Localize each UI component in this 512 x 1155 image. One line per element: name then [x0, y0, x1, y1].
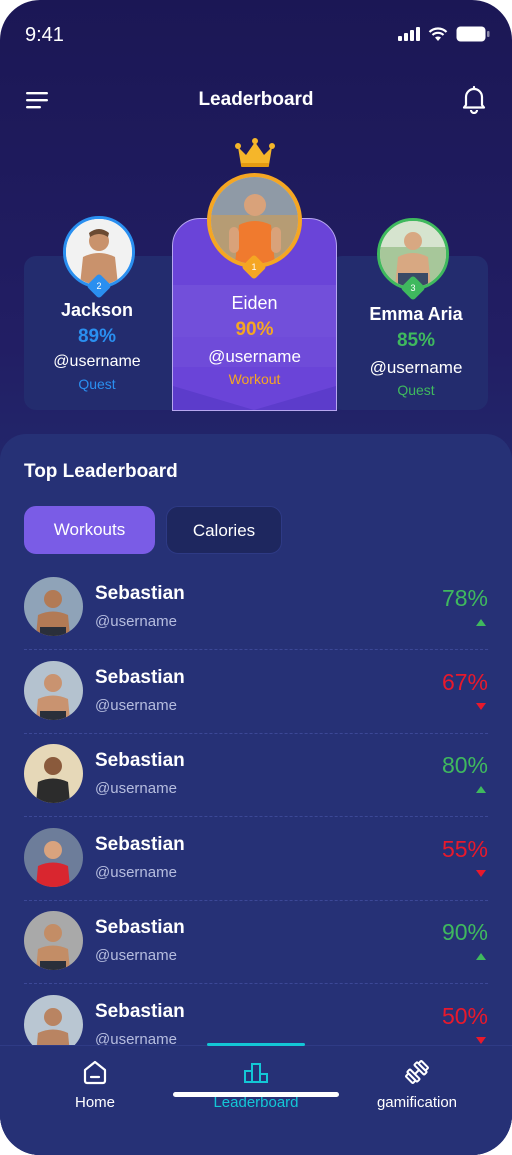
row-percent: 80% — [441, 752, 488, 778]
leaderboard-row[interactable]: Sebastian @username 80% — [24, 734, 488, 817]
status-time: 9:41 — [25, 24, 64, 46]
third-place-tag: Quest — [397, 382, 435, 398]
row-percent: 90% — [441, 919, 488, 945]
leaderboard-row[interactable]: Sebastian @username 55% — [24, 818, 488, 901]
signal-icon — [398, 27, 420, 41]
trend-arrow-icon — [476, 702, 486, 710]
row-avatar — [24, 660, 83, 720]
dumbbell-icon — [405, 1060, 429, 1084]
home-icon — [83, 1060, 107, 1085]
nav-gamification[interactable]: gamification — [332, 1046, 502, 1126]
crown-icon — [235, 138, 275, 167]
trend-arrow-icon — [476, 786, 486, 793]
second-place-percent: 89% — [77, 326, 117, 347]
athlete-photo — [24, 577, 83, 636]
second-place-tag: Quest — [78, 376, 116, 392]
section-title: Top Leaderboard — [24, 461, 178, 482]
leaderboard-row[interactable]: Sebastian @username 78% — [24, 567, 488, 650]
row-name: Sebastian — [95, 583, 185, 604]
row-name: Sebastian — [95, 917, 185, 938]
row-username: @username — [95, 863, 177, 881]
row-name: Sebastian — [95, 666, 185, 688]
athlete-photo — [24, 660, 83, 720]
battery-icon — [456, 26, 490, 42]
first-place-username: @username — [208, 347, 301, 366]
page-title: Leaderboard — [198, 89, 314, 110]
third-place-name: Emma Aria — [369, 304, 463, 324]
nav-home-label: Home — [74, 1094, 115, 1111]
athlete-photo — [211, 177, 298, 264]
tab-workouts[interactable]: Workouts — [24, 506, 155, 554]
app-header: Leaderboard — [0, 76, 512, 122]
trend-arrow-icon — [476, 619, 486, 626]
first-place-avatar[interactable] — [207, 173, 302, 268]
trend-arrow-icon — [476, 1036, 486, 1044]
podium-icon — [244, 1063, 268, 1083]
row-name: Sebastian — [95, 833, 185, 855]
first-place-tag: Workout — [228, 371, 281, 387]
row-username: @username — [95, 613, 177, 630]
wifi-icon — [428, 26, 448, 41]
home-indicator — [173, 1092, 339, 1097]
third-place-percent: 85% — [396, 330, 436, 351]
nav-home[interactable]: Home — [10, 1046, 180, 1126]
trend-arrow-icon — [476, 953, 486, 960]
row-percent: 67% — [441, 668, 488, 695]
bottom-nav: Home Leaderboard gamification — [0, 1043, 512, 1155]
row-name: Sebastian — [95, 1000, 185, 1022]
first-place-percent: 90% — [235, 319, 274, 340]
status-bar: 9:41 — [0, 0, 512, 70]
athlete-photo — [24, 911, 83, 970]
rank-number-first: 1 — [251, 262, 257, 272]
row-percent: 55% — [441, 835, 488, 862]
phone-screen: 9:41 Leaderboard 1 2 3 Jackson 89% @user… — [0, 0, 512, 1155]
row-percent: 78% — [441, 585, 488, 611]
podium-chevron — [173, 386, 336, 410]
status-icons — [398, 26, 490, 42]
trend-arrow-icon — [476, 869, 486, 877]
first-place-name: Eiden — [231, 293, 278, 313]
row-avatar — [24, 744, 83, 803]
nav-leaderboard[interactable]: Leaderboard — [171, 1046, 341, 1126]
athlete-photo — [24, 744, 83, 803]
row-avatar — [24, 577, 83, 636]
row-avatar — [24, 827, 83, 887]
bell-icon — [462, 85, 486, 115]
second-place-username: @username — [53, 353, 141, 370]
second-place-name: Jackson — [60, 300, 134, 320]
leaderboard-row[interactable]: Sebastian @username 67% — [24, 651, 488, 734]
rank-number-second: 2 — [96, 281, 102, 291]
row-avatar — [24, 911, 83, 970]
leaderboard-row[interactable]: Sebastian @username 90% — [24, 901, 488, 984]
rank-number-third: 3 — [410, 283, 416, 293]
row-username: @username — [95, 696, 177, 714]
notifications-button[interactable] — [460, 84, 488, 115]
tab-calories[interactable]: Calories — [166, 506, 282, 554]
athlete-photo — [24, 827, 83, 887]
row-username: @username — [95, 780, 177, 797]
row-name: Sebastian — [95, 750, 185, 771]
row-username: @username — [95, 947, 177, 964]
third-place-username: @username — [369, 358, 463, 377]
nav-gamification-label: gamification — [376, 1094, 458, 1111]
row-percent: 50% — [441, 1002, 488, 1029]
